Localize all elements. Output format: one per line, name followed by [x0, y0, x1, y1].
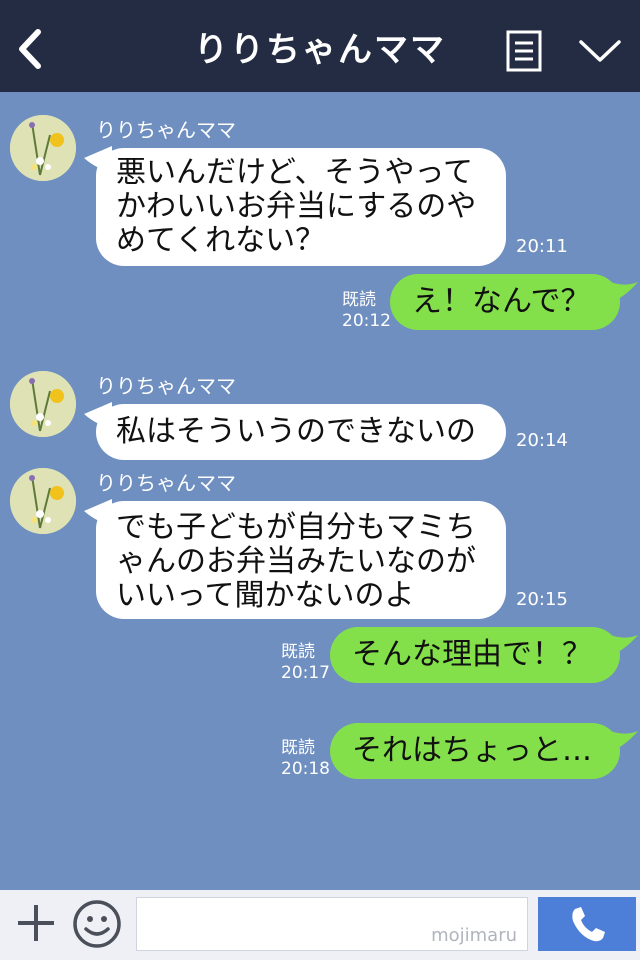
sender-name: りりちゃんママ	[96, 471, 236, 495]
sender-name: りりちゃんママ	[96, 374, 236, 398]
incoming-message: 悪いんだけど、そうやって かわいいお弁当にするのや めてくれない？	[96, 148, 506, 266]
incoming-message: 私はそういうのできないの	[96, 404, 506, 460]
read-receipt: 既読 20:18	[281, 738, 330, 780]
chat-header: りりちゃんママ	[0, 0, 640, 92]
smiley-icon	[73, 900, 121, 948]
avatar[interactable]	[10, 115, 76, 181]
sender-name: りりちゃんママ	[96, 118, 236, 142]
message-line: 私はそういうのできないの	[116, 414, 476, 449]
chat-title: りりちゃんママ	[194, 30, 446, 70]
chevron-down-icon	[579, 40, 621, 62]
flower-avatar-icon	[10, 371, 76, 437]
message-input[interactable]: mojimaru	[136, 897, 528, 951]
bubble-tail	[606, 729, 638, 753]
avatar[interactable]	[10, 371, 76, 437]
message-line: ゃんのお弁当みたいなのが	[116, 544, 476, 579]
bubble-tail	[606, 280, 638, 304]
bubble-tail	[606, 633, 638, 657]
message-time: 20:12	[342, 311, 391, 331]
message-line: めてくれない？	[116, 223, 326, 258]
message-line: かわいいお弁当にするのや	[116, 189, 477, 224]
emoji-button[interactable]	[72, 899, 122, 949]
message-time: 20:18	[281, 759, 330, 779]
incoming-message: でも子どもが自分もマミち ゃんのお弁当みたいなのが いいって聞かないのよ	[96, 501, 506, 619]
read-label: 既読	[281, 738, 315, 758]
menu-button[interactable]	[506, 30, 542, 72]
back-button[interactable]	[14, 28, 48, 70]
plus-button[interactable]	[14, 901, 58, 945]
call-button[interactable]	[538, 897, 636, 951]
outgoing-message: え！なんで？	[390, 274, 620, 330]
read-receipt: 既読 20:12	[342, 290, 391, 332]
watermark: mojimaru	[431, 925, 517, 946]
plus-icon	[18, 905, 54, 941]
message-time: 20:14	[516, 430, 568, 451]
message-line: 悪いんだけど、そうやって	[116, 155, 473, 190]
avatar[interactable]	[10, 468, 76, 534]
message-line: でも子どもが自分もマミち	[116, 510, 476, 545]
message-time: 20:15	[516, 589, 568, 610]
outgoing-message: それはちょっと…	[330, 723, 620, 779]
chat-area[interactable]: りりちゃんママ 悪いんだけど、そうやって かわいいお弁当にするのや めてくれない…	[0, 92, 640, 890]
flower-avatar-icon	[10, 115, 76, 181]
read-label: 既読	[281, 642, 315, 662]
message-line: いいって聞かないのよ	[116, 578, 415, 613]
phone-icon	[572, 907, 605, 942]
input-bar: mojimaru	[0, 890, 640, 960]
message-time: 20:17	[281, 663, 330, 683]
message-time: 20:11	[516, 236, 568, 257]
expand-button[interactable]	[578, 36, 622, 66]
read-label: 既読	[342, 290, 376, 310]
flower-avatar-icon	[10, 468, 76, 534]
list-icon	[506, 30, 542, 72]
read-receipt: 既読 20:17	[281, 642, 330, 684]
outgoing-message: そんな理由で！？	[330, 627, 620, 683]
chevron-left-icon	[19, 29, 41, 69]
